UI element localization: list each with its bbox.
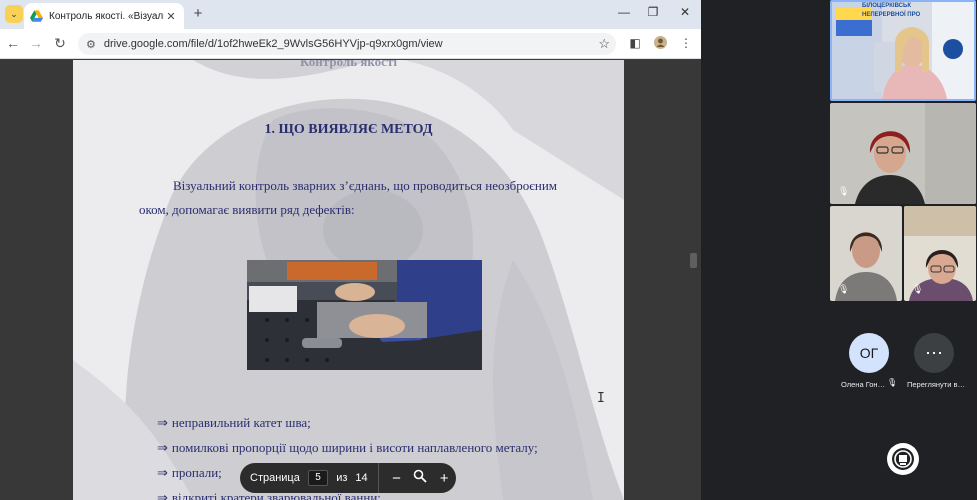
list-item-text: неправильний катет шва; [171, 415, 311, 430]
video-call-panel: БІЛОЦЕРКІВСЬК НЕПЕРЕРВНОЇ ПРО 🎙 🎙 🎙 ОГ О… [701, 0, 977, 500]
tab-close-icon[interactable]: ✕ [164, 10, 178, 23]
more-menu-icon[interactable]: ⋮ [678, 36, 694, 50]
mic-off-icon: 🎙 [887, 378, 898, 387]
forward-button[interactable]: → [27, 35, 45, 51]
participant-tile-2[interactable]: 🎙 [830, 103, 976, 204]
more-participants-label: Переглянути в… [907, 380, 965, 389]
tab-search-button[interactable]: ⌄ [5, 5, 23, 23]
avatar[interactable]: ОГ [849, 333, 889, 373]
minimize-button[interactable]: — [616, 5, 632, 19]
magnifier-icon [413, 469, 427, 483]
browser-window: ⌄ Контроль якості. «Візуально-о ✕ + — ❐ … [0, 0, 701, 500]
participant-tile-speaker[interactable]: БІЛОЦЕРКІВСЬК НЕПЕРЕРВНОЇ ПРО [830, 0, 976, 101]
welding-inspection-photo [247, 260, 482, 370]
participant-name: Олена Гон… [841, 380, 886, 389]
pdf-viewer: Контроль якості 1. ЩО ВИЯВЛЯЄ МЕТОД Візу… [0, 60, 701, 500]
more-icon: ⋯ [925, 342, 943, 363]
list-item-text: пропали; [171, 465, 222, 480]
side-panel-icon[interactable]: ◧ [627, 36, 643, 50]
previous-page-title-fragment: Контроль якості [300, 60, 397, 69]
new-tab-button[interactable]: + [189, 5, 207, 22]
welding-photo-image [247, 260, 482, 370]
arrow-icon: ⇒ [157, 440, 168, 455]
back-button[interactable]: ← [4, 35, 22, 51]
banner-text-2: НЕПЕРЕРВНОЇ ПРО [862, 12, 921, 18]
tab-title: Контроль якості. «Візуально-о [49, 10, 164, 22]
zoom-in-button[interactable]: + [432, 470, 456, 487]
participant-video-2 [830, 103, 976, 204]
zoom-out-button[interactable]: − [385, 470, 409, 487]
vertical-scrollbar-thumb[interactable] [690, 253, 697, 268]
section-heading: 1. ЩО ВИЯВЛЯЄ МЕТОД [264, 122, 433, 137]
mic-off-icon: 🎙 [912, 284, 924, 294]
avatar-initials: ОГ [859, 345, 879, 361]
text-cursor-icon: I [597, 391, 605, 406]
arrow-icon: ⇒ [157, 415, 168, 430]
tab-strip: ⌄ Контроль якості. «Візуально-о ✕ + — ❐ … [0, 0, 701, 29]
google-drive-icon [30, 10, 43, 22]
participant-tile-3[interactable]: 🎙 [830, 206, 902, 301]
page-of-label: из [336, 472, 348, 484]
document-page: Контроль якості 1. ЩО ВИЯВЛЯЄ МЕТОД Візу… [73, 60, 624, 500]
mic-off-icon: 🎙 [838, 186, 850, 196]
present-button[interactable] [887, 443, 919, 475]
zoom-icon[interactable] [408, 469, 432, 487]
arrow-icon: ⇒ [157, 490, 168, 500]
page-navigation-bar: Страница 5 из 14 − + [240, 463, 456, 493]
screen-root: ⌄ Контроль якості. «Візуально-о ✕ + — ❐ … [0, 0, 977, 500]
address-bar[interactable]: ⚙ drive.google.com/file/d/1of2hweEk2_9Wv… [78, 33, 616, 55]
close-window-button[interactable]: ✕ [677, 5, 693, 19]
profile-icon [653, 36, 667, 49]
list-item: ⇒ помилкові пропорції щодо ширини і висот… [157, 435, 617, 460]
page-total: 14 [355, 472, 368, 484]
divider [377, 463, 379, 493]
site-info-icon[interactable]: ⚙ [86, 38, 96, 51]
arrow-icon: ⇒ [157, 465, 168, 480]
body-paragraph: Візуальний контроль зварних з’єднань, що… [139, 178, 557, 217]
list-item-text: помилкові пропорції щодо ширини і висоти… [171, 440, 538, 455]
list-item: ⇒ неправильний катет шва; [157, 410, 617, 435]
profile-avatar-icon[interactable] [652, 36, 668, 52]
page-number-input[interactable]: 5 [307, 470, 329, 486]
page-label: Страница [250, 472, 300, 484]
presenting-icon [892, 448, 914, 470]
banner-text-1: БІЛОЦЕРКІВСЬК [862, 3, 911, 9]
bookmark-star-icon[interactable]: ☆ [598, 36, 610, 52]
more-participants-button[interactable]: ⋯ [914, 333, 954, 373]
tab-active[interactable]: Контроль якості. «Візуально-о ✕ [24, 3, 184, 29]
mic-off-icon: 🎙 [838, 284, 850, 294]
reload-button[interactable]: ↻ [51, 35, 69, 52]
participant-tile-4[interactable]: 🎙 [904, 206, 976, 301]
restore-button[interactable]: ❐ [645, 5, 661, 19]
browser-toolbar: ← → ↻ ⚙ drive.google.com/file/d/1of2hweE… [0, 29, 701, 59]
url-text: drive.google.com/file/d/1of2hweEk2_9Wvls… [103, 38, 443, 50]
